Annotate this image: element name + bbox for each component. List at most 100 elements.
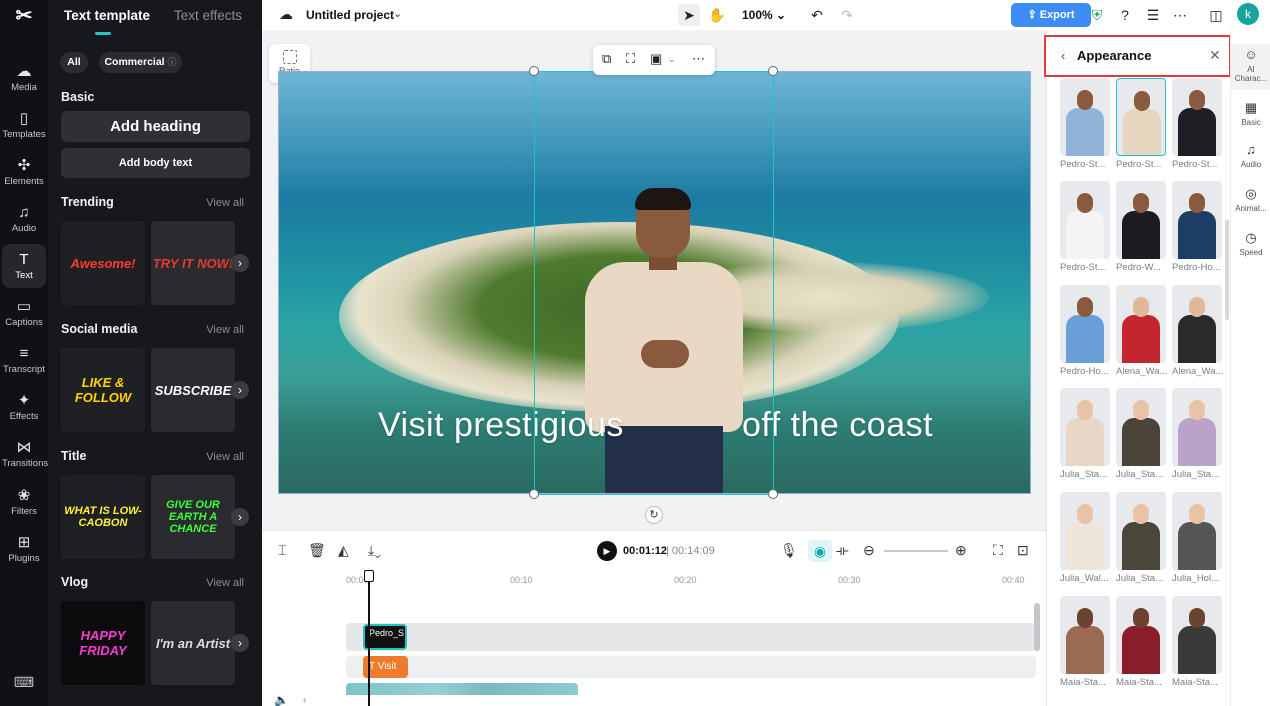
layout-toggle-icon[interactable]: ◫ bbox=[1205, 4, 1227, 26]
timeline-zoom-slider[interactable] bbox=[884, 550, 948, 552]
text-template-thumbnail[interactable]: WHAT IS LOW-CAOBON bbox=[61, 475, 145, 559]
clip-video[interactable] bbox=[346, 683, 578, 695]
property-tab-speed[interactable]: ◷ Speed bbox=[1231, 230, 1270, 257]
view-all-link[interactable]: View all bbox=[206, 324, 244, 336]
replace-icon[interactable]: ⧉ bbox=[602, 51, 611, 67]
preview-monitor-icon[interactable]: ⊡ bbox=[1017, 542, 1029, 559]
avatar-card[interactable] bbox=[1172, 78, 1222, 156]
filter-commercial-button[interactable]: Commercial ⓘ bbox=[99, 52, 182, 73]
chevron-right-icon[interactable]: › bbox=[231, 634, 249, 652]
resize-handle-br[interactable] bbox=[768, 489, 778, 499]
resize-handle-tr[interactable] bbox=[768, 66, 778, 76]
rail-item-text[interactable]: T Text bbox=[2, 244, 46, 288]
property-tab-animat-[interactable]: ◎ Animat... bbox=[1231, 186, 1270, 213]
avatar-card[interactable] bbox=[1172, 492, 1222, 570]
avatar-card[interactable] bbox=[1116, 78, 1166, 156]
avatar-card[interactable] bbox=[1172, 388, 1222, 466]
chevron-down-icon[interactable]: ⌄ bbox=[393, 7, 402, 20]
select-tool-icon[interactable]: ➤ bbox=[678, 4, 700, 26]
capcut-logo-icon[interactable]: ✂ bbox=[12, 4, 36, 28]
rail-item-transitions[interactable]: ⋈ Transitions bbox=[2, 432, 48, 476]
export-button[interactable]: ⇪ Export bbox=[1011, 3, 1091, 27]
rail-item-media[interactable]: ☁ Media bbox=[2, 56, 46, 100]
tab-text-effects[interactable]: Text effects bbox=[174, 8, 242, 23]
track-avatar[interactable] bbox=[346, 623, 1036, 651]
zoom-level-dropdown[interactable]: 100% ⌄ bbox=[742, 8, 786, 22]
chevron-right-icon[interactable]: › bbox=[231, 254, 249, 272]
scroll-left-icon[interactable]: ‹ bbox=[303, 695, 306, 706]
avatar-card[interactable] bbox=[1116, 181, 1166, 259]
back-icon[interactable]: ‹ bbox=[1061, 48, 1065, 63]
rail-item-plugins[interactable]: ⊞ Plugins bbox=[2, 527, 46, 571]
storage-icon[interactable]: ☰ bbox=[1142, 4, 1164, 26]
flip-icon[interactable]: ◭ bbox=[338, 542, 349, 559]
text-template-thumbnail[interactable]: HAPPY FRIDAY bbox=[61, 601, 145, 685]
timeline-scrollbar[interactable] bbox=[1034, 603, 1040, 651]
property-tab-basic[interactable]: ▦ Basic bbox=[1231, 100, 1270, 127]
text-template-thumbnail[interactable]: SUBSCRIBE bbox=[151, 348, 235, 432]
play-button[interactable]: ▶ bbox=[597, 541, 617, 561]
undo-icon[interactable]: ↶ bbox=[806, 4, 828, 26]
add-body-text-button[interactable]: Add body text bbox=[61, 148, 250, 178]
project-name[interactable]: Untitled project bbox=[306, 8, 394, 22]
shield-icon[interactable]: ⛨ bbox=[1086, 4, 1108, 26]
avatar-card[interactable] bbox=[1172, 181, 1222, 259]
avatar-card[interactable] bbox=[1172, 285, 1222, 363]
volume-icon[interactable]: 🔈 bbox=[274, 693, 289, 706]
playhead-handle[interactable] bbox=[364, 570, 374, 582]
property-tab-audio[interactable]: ♫ Audio bbox=[1231, 142, 1270, 169]
playhead[interactable] bbox=[368, 571, 370, 706]
avatar-card[interactable] bbox=[1060, 492, 1110, 570]
resize-handle-bl[interactable] bbox=[529, 489, 539, 499]
chevron-right-icon[interactable]: › bbox=[231, 381, 249, 399]
layer-icon[interactable]: ▣ bbox=[650, 51, 662, 67]
avatar-card[interactable] bbox=[1060, 181, 1110, 259]
rail-item-filters[interactable]: ❀ Filters bbox=[2, 480, 46, 524]
zoom-out-icon[interactable]: ⊖ bbox=[863, 542, 875, 559]
chevron-down-icon[interactable]: ⌄ bbox=[668, 54, 676, 65]
avatar-card[interactable] bbox=[1060, 388, 1110, 466]
microphone-icon[interactable]: 🎙 bbox=[780, 542, 798, 559]
more-icon[interactable]: ⋯ bbox=[692, 51, 705, 67]
avatar-card[interactable] bbox=[1060, 285, 1110, 363]
cloud-save-icon[interactable]: ☁ bbox=[279, 6, 293, 23]
download-icon[interactable]: ⤓⌄ bbox=[368, 542, 381, 559]
avatar-card[interactable] bbox=[1116, 285, 1166, 363]
property-tab-ai-charac-[interactable]: ☺ AI Charac... bbox=[1231, 44, 1270, 90]
avatar-card[interactable] bbox=[1060, 78, 1110, 156]
rail-item-transcript[interactable]: ≡ Transcript bbox=[2, 338, 46, 382]
redo-icon[interactable]: ↷ bbox=[836, 4, 858, 26]
avatar-card[interactable] bbox=[1116, 388, 1166, 466]
appearance-scrollbar[interactable] bbox=[1225, 220, 1229, 320]
avatar-card[interactable] bbox=[1060, 596, 1110, 674]
hand-tool-icon[interactable]: ✋ bbox=[706, 4, 728, 26]
delete-icon[interactable]: 🗑 bbox=[308, 542, 326, 559]
time-ruler[interactable]: 00:00 00:10 00:20 00:30 00:40 bbox=[346, 571, 1046, 587]
user-avatar[interactable]: k bbox=[1237, 3, 1259, 25]
rail-item-audio[interactable]: ♫ Audio bbox=[2, 197, 46, 241]
avatar-card[interactable] bbox=[1116, 596, 1166, 674]
camera-icon[interactable]: ◉ bbox=[808, 540, 832, 562]
text-template-thumbnail[interactable]: GIVE OUR EARTH A CHANCE bbox=[151, 475, 235, 559]
text-template-thumbnail[interactable]: TRY IT NOW! bbox=[151, 221, 235, 305]
help-icon[interactable]: ? bbox=[1114, 4, 1136, 26]
rail-item-captions[interactable]: ▭ Captions bbox=[2, 291, 46, 335]
more-icon[interactable]: ⋯ bbox=[1169, 4, 1191, 26]
selection-box[interactable] bbox=[529, 66, 778, 499]
avatar-card[interactable] bbox=[1172, 596, 1222, 674]
zoom-in-icon[interactable]: ⊕ bbox=[955, 542, 967, 559]
split-screen-icon[interactable]: ⟛ bbox=[836, 542, 849, 559]
rotate-icon[interactable]: ↻ bbox=[645, 506, 663, 524]
view-all-link[interactable]: View all bbox=[206, 197, 244, 209]
rail-item-elements[interactable]: ✣ Elements bbox=[2, 150, 46, 194]
chevron-right-icon[interactable]: › bbox=[231, 508, 249, 526]
keyboard-shortcuts-icon[interactable]: ⌨ bbox=[12, 674, 36, 690]
text-template-thumbnail[interactable]: LIKE & FOLLOW bbox=[61, 348, 145, 432]
track-text[interactable] bbox=[346, 656, 1036, 678]
rail-item-templates[interactable]: ▯ Templates bbox=[2, 103, 46, 147]
tab-text-template[interactable]: Text template bbox=[64, 8, 150, 23]
add-heading-button[interactable]: Add heading bbox=[61, 111, 250, 142]
close-icon[interactable]: ✕ bbox=[1209, 47, 1221, 64]
avatar-card[interactable] bbox=[1116, 492, 1166, 570]
split-icon[interactable]: ⌶ bbox=[278, 542, 286, 559]
